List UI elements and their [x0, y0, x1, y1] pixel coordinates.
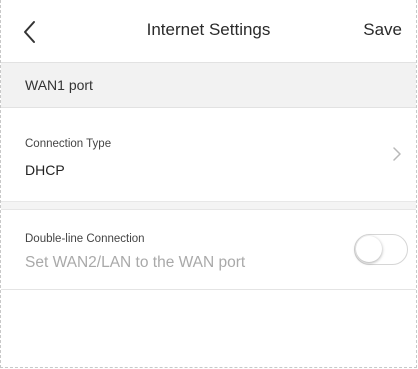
connection-type-row[interactable]: Connection Type DHCP	[1, 108, 416, 202]
nav-header: Internet Settings Save	[1, 0, 416, 62]
toggle-knob	[356, 236, 382, 262]
double-line-description: Set WAN2/LAN to the WAN port	[25, 254, 246, 271]
section-divider	[1, 202, 416, 210]
double-line-toggle[interactable]	[354, 234, 408, 265]
double-line-label: Double-line Connection	[25, 233, 145, 245]
save-button[interactable]: Save	[363, 20, 402, 40]
phone-screen: Internet Settings Save WAN1 port Connect…	[0, 0, 417, 368]
chevron-right-icon	[392, 147, 402, 161]
section-title: WAN1 port	[25, 77, 93, 93]
double-line-row: Double-line Connection Set WAN2/LAN to t…	[1, 210, 416, 290]
page-title: Internet Settings	[146, 20, 271, 39]
connection-type-value: DHCP	[25, 162, 65, 178]
connection-type-label: Connection Type	[25, 138, 112, 150]
section-header-wan1: WAN1 port	[1, 62, 416, 108]
